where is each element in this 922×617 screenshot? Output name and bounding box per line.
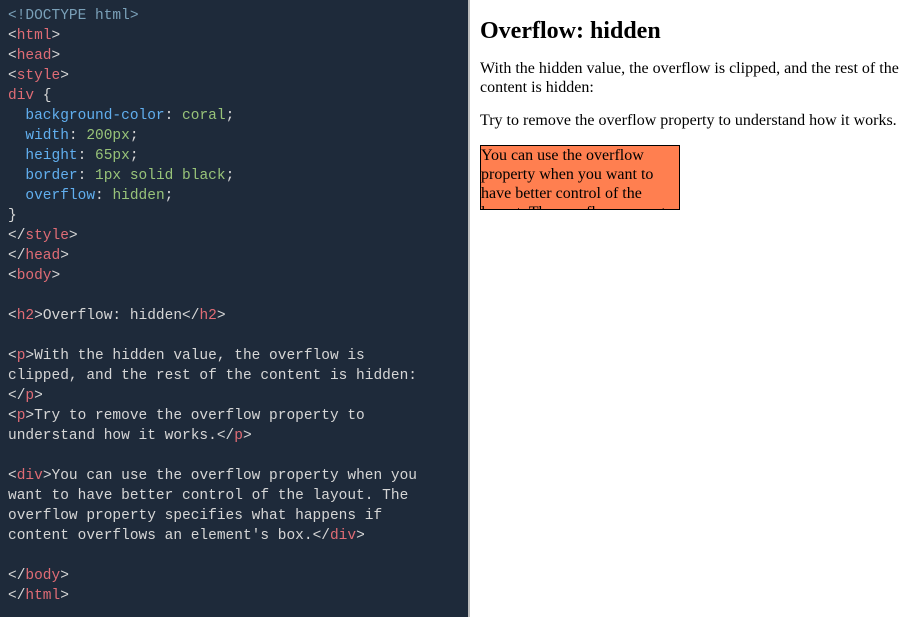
body-close-tag: body (25, 568, 60, 584)
css-val-border: 1px solid black (95, 168, 226, 184)
css-prop-width: width (25, 128, 69, 144)
body-open-tag: body (17, 268, 52, 284)
overflow-demo-box: You can use the overflow property when y… (480, 145, 680, 210)
preview-paragraph-2: Try to remove the overflow property to u… (480, 111, 912, 130)
h2-open-tag: h2 (17, 308, 34, 324)
head-open-tag: head (17, 48, 52, 64)
preview-heading: Overflow: hidden (480, 18, 912, 45)
css-val-bg: coral (182, 108, 226, 124)
head-close-tag: head (25, 248, 60, 264)
p1-text: With the hidden value, the overflow is c… (8, 348, 417, 384)
preview-paragraph-1: With the hidden value, the overflow is c… (480, 59, 912, 97)
css-prop-bg: background-color (25, 108, 164, 124)
css-prop-height: height (25, 148, 77, 164)
css-val-overflow: hidden (112, 188, 164, 204)
p2-text: Try to remove the overflow property to u… (8, 408, 365, 444)
html-close-tag: html (25, 588, 60, 604)
css-val-width: 200px (86, 128, 130, 144)
css-selector: div (8, 88, 34, 104)
div-open-tag: div (17, 468, 43, 484)
css-prop-overflow: overflow (25, 188, 95, 204)
doctype-line: <!DOCTYPE html> (8, 8, 139, 24)
style-open-tag: style (17, 68, 61, 84)
css-val-height: 65px (95, 148, 130, 164)
html-open-tag: html (17, 28, 52, 44)
preview-pane: Overflow: hidden With the hidden value, … (468, 0, 922, 617)
css-prop-border: border (25, 168, 77, 184)
style-close-tag: style (25, 228, 69, 244)
code-editor-pane[interactable]: <!DOCTYPE html> <html> <head> <style> di… (0, 0, 468, 617)
h2-text: Overflow: hidden (43, 308, 182, 324)
